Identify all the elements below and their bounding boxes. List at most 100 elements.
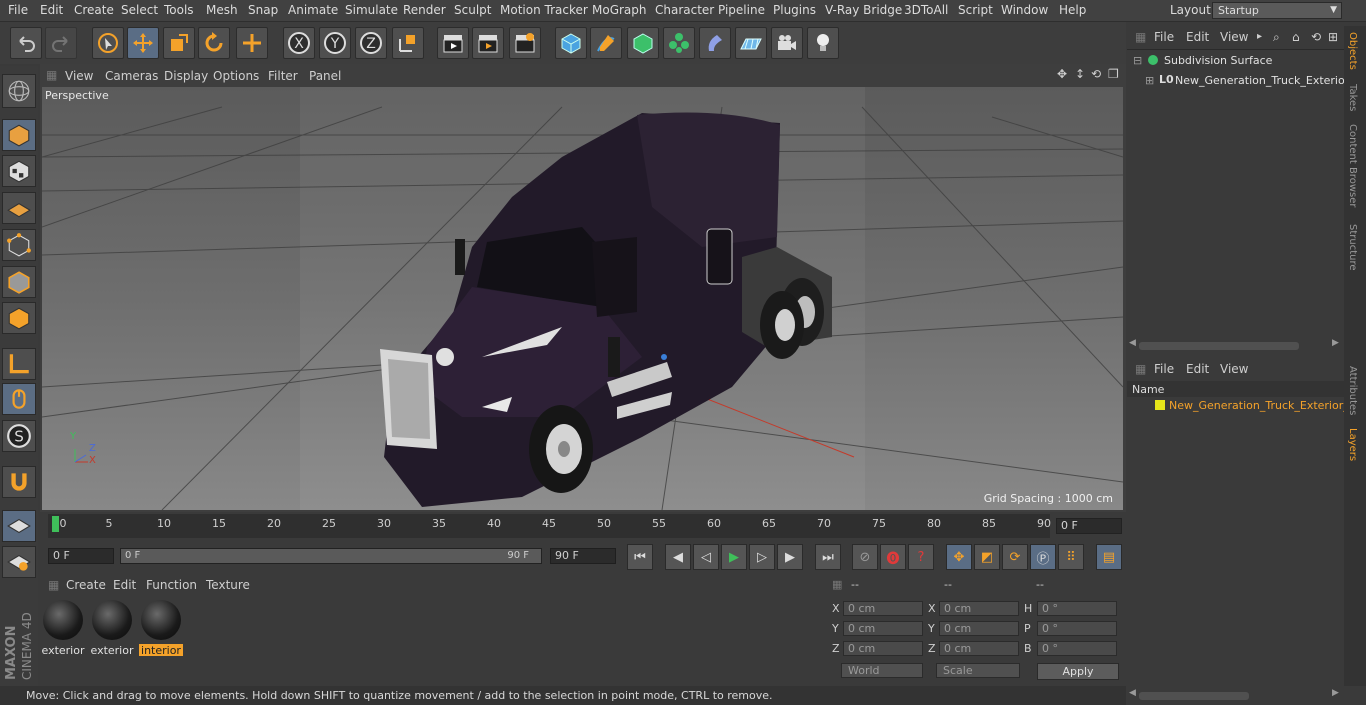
pan-view-icon[interactable]: ✥ <box>1057 67 1067 81</box>
menu-edit[interactable]: Edit <box>40 3 63 17</box>
next-frame-button[interactable]: ▷ <box>749 544 775 570</box>
menu-motion-tracker[interactable]: Motion Tracker <box>500 3 588 17</box>
material-menu-texture[interactable]: Texture <box>206 578 250 592</box>
search-icon[interactable]: ⌕ <box>1273 30 1280 45</box>
viewport-menu-display[interactable]: Display <box>164 69 208 83</box>
position-x-field[interactable]: 0 cm <box>843 601 923 616</box>
cube-primitive-button[interactable] <box>555 27 587 59</box>
tab-attributes[interactable]: Attributes <box>1347 366 1358 415</box>
camera-button[interactable] <box>771 27 803 59</box>
key-pla-button[interactable]: ⠿ <box>1058 544 1084 570</box>
play-button[interactable]: ▶ <box>721 544 747 570</box>
menu-window[interactable]: Window <box>1001 3 1048 17</box>
position-z-field[interactable]: 0 cm <box>843 641 923 656</box>
size-z-field[interactable]: 0 cm <box>939 641 1019 656</box>
tree-toggle-icon[interactable]: ⊟ <box>1133 54 1142 67</box>
rotation-h-field[interactable]: 0 ° <box>1037 601 1117 616</box>
object-row-truck[interactable]: ⊞ L0 New_Generation_Truck_Exterior_ <box>1131 74 1344 90</box>
workplane-align-button[interactable] <box>2 546 36 578</box>
model-mode-button[interactable] <box>2 119 36 151</box>
points-mode-button[interactable] <box>2 229 36 261</box>
menu-script[interactable]: Script <box>958 3 993 17</box>
object-menu-view[interactable]: View <box>1220 30 1248 44</box>
menu-simulate[interactable]: Simulate <box>345 3 398 17</box>
menu-render[interactable]: Render <box>403 3 446 17</box>
rotate-tool-button[interactable] <box>198 27 230 59</box>
viewport-menu-filter[interactable]: Filter <box>268 69 298 83</box>
size-x-field[interactable]: 0 cm <box>939 601 1019 616</box>
menu-animate[interactable]: Animate <box>288 3 338 17</box>
edges-mode-button[interactable] <box>2 266 36 298</box>
tab-takes[interactable]: Takes <box>1347 84 1358 111</box>
end-frame-field[interactable]: 90 F <box>550 548 616 564</box>
coordinate-system-button[interactable] <box>392 27 424 59</box>
size-y-field[interactable]: 0 cm <box>939 621 1019 636</box>
menu-plugins[interactable]: Plugins <box>773 3 816 17</box>
go-to-start-button[interactable]: ⏮ <box>627 544 653 570</box>
viewport-3d[interactable]: Perspective Y Z X Grid Spacing : 1000 cm <box>42 87 1123 510</box>
cloner-button[interactable] <box>663 27 695 59</box>
rotation-b-field[interactable]: 0 ° <box>1037 641 1117 656</box>
y-axis-button[interactable]: Y <box>319 27 351 59</box>
scroll-left-icon[interactable]: ◀ <box>1129 688 1136 698</box>
axis-mode-button[interactable] <box>2 348 36 380</box>
key-parameter-button[interactable]: Ⓟ <box>1030 544 1056 570</box>
menu-create[interactable]: Create <box>74 3 114 17</box>
menu-snap[interactable]: Snap <box>248 3 278 17</box>
deformer-button[interactable] <box>699 27 731 59</box>
texture-mode-button[interactable] <box>2 155 36 187</box>
horizontal-scrollbar[interactable] <box>1139 342 1299 350</box>
make-editable-button[interactable] <box>2 74 36 108</box>
render-to-picture-viewer-button[interactable] <box>472 27 504 59</box>
snap-button[interactable] <box>2 466 36 498</box>
next-key-button[interactable]: ▶ <box>777 544 803 570</box>
autokey-button[interactable]: ⓿ <box>880 544 906 570</box>
material-swatch-active[interactable]: interior <box>139 600 183 656</box>
menu-select[interactable]: Select <box>121 3 158 17</box>
previous-frame-button[interactable]: ◁ <box>693 544 719 570</box>
scroll-right-icon[interactable]: ▶ <box>1332 688 1339 698</box>
home-icon[interactable]: ⌂ <box>1292 30 1300 44</box>
polygons-mode-button[interactable] <box>2 302 36 334</box>
move-tool-button[interactable] <box>127 27 159 59</box>
timeline-window-button[interactable]: ▤ <box>1096 544 1122 570</box>
workplane-mode-button[interactable] <box>2 192 36 224</box>
menu-arrow-icon[interactable]: ▸ <box>1257 31 1262 42</box>
rotate-view-icon[interactable]: ⟲ <box>1091 67 1101 81</box>
maximize-view-icon[interactable]: ❐ <box>1108 67 1119 81</box>
menu-help[interactable]: Help <box>1059 3 1086 17</box>
x-axis-button[interactable]: X <box>283 27 315 59</box>
menu-mesh[interactable]: Mesh <box>206 3 238 17</box>
playhead[interactable] <box>52 516 59 532</box>
horizontal-scrollbar[interactable] <box>1139 692 1249 700</box>
menu-mograph[interactable]: MoGraph <box>592 3 647 17</box>
layer-menu-view[interactable]: View <box>1220 362 1248 376</box>
dolly-view-icon[interactable]: ↕ <box>1075 67 1085 81</box>
coordinate-mode-dropdown[interactable]: World <box>841 663 923 678</box>
material-swatch[interactable]: exterior <box>90 600 134 656</box>
rotation-p-field[interactable]: 0 ° <box>1037 621 1117 636</box>
timeline-ruler[interactable]: 0 5 10 15 20 25 30 35 40 45 50 55 60 65 … <box>48 514 1051 538</box>
menu-file[interactable]: File <box>8 3 28 17</box>
material-menu-create[interactable]: Create <box>66 578 106 592</box>
transform-tool-button[interactable] <box>236 27 268 59</box>
redo-button[interactable] <box>45 27 77 59</box>
key-position-button[interactable]: ✥ <box>946 544 972 570</box>
back-icon[interactable]: ⟲ <box>1311 30 1321 44</box>
tree-toggle-icon[interactable]: ⊞ <box>1145 74 1154 87</box>
scale-tool-button[interactable] <box>163 27 195 59</box>
scroll-right-icon[interactable]: ▶ <box>1332 338 1339 348</box>
position-y-field[interactable]: 0 cm <box>843 621 923 636</box>
key-scale-button[interactable]: ◩ <box>974 544 1000 570</box>
object-menu-file[interactable]: File <box>1154 30 1174 44</box>
viewport-menu-cameras[interactable]: Cameras <box>105 69 158 83</box>
light-button[interactable] <box>807 27 839 59</box>
apply-button[interactable]: Apply <box>1037 663 1119 680</box>
floor-button[interactable] <box>735 27 767 59</box>
menu-pipeline[interactable]: Pipeline <box>718 3 765 17</box>
view-label[interactable]: Perspective <box>45 89 109 102</box>
solo-button[interactable]: S <box>2 420 36 452</box>
material-menu-function[interactable]: Function <box>146 578 197 592</box>
size-mode-dropdown[interactable]: Scale <box>936 663 1020 678</box>
render-settings-button[interactable] <box>509 27 541 59</box>
